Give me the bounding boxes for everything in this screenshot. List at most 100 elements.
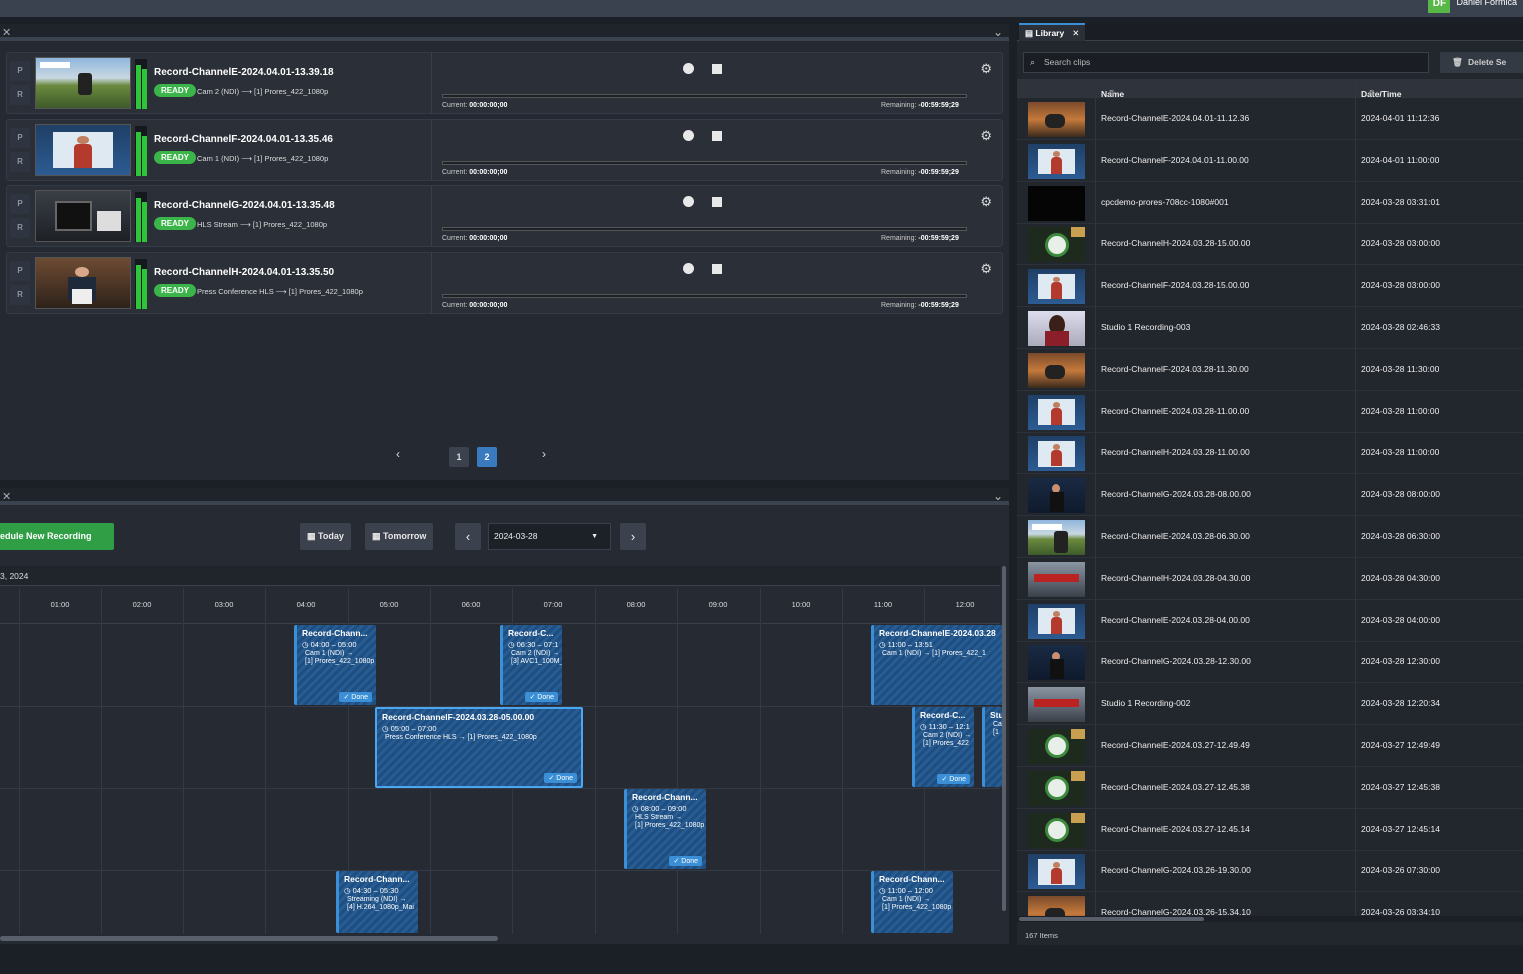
library-row[interactable]: Record-ChannelE-2024.03.28-04.00.00 2024… — [1017, 600, 1523, 642]
clip-name: Record-ChannelG-2024.03.26-19.30.00 — [1101, 865, 1251, 876]
schedule-event[interactable]: Record-Chann... ◷ 08:00 – 09:00 HLS Stre… — [624, 789, 706, 869]
grid-line — [595, 588, 596, 934]
chevron-down-icon[interactable]: ⌄ — [993, 489, 1003, 503]
library-row[interactable]: Record-ChannelG-2024.03.28-12.30.00 2024… — [1017, 641, 1523, 684]
library-row[interactable]: Record-ChannelE-2024.03.28-11.00.00 2024… — [1017, 391, 1523, 433]
library-row[interactable]: Record-ChannelG-2024.03.28-08.00.00 2024… — [1017, 474, 1523, 517]
library-row[interactable]: Record-ChannelE-2024.03.27-12.45.14 2024… — [1017, 809, 1523, 851]
tab-library[interactable]: ▤ Library ✕ — [1019, 23, 1086, 41]
library-row[interactable]: Record-ChannelE-2024.03.27-12.49.49 2024… — [1017, 725, 1523, 767]
hour-label: 01:00 — [50, 600, 70, 609]
record-icon[interactable] — [683, 129, 694, 141]
pager-prev-button[interactable]: ‹ — [396, 447, 400, 461]
library-row[interactable]: Record-ChannelH-2024.03.28-11.00.00 2024… — [1017, 432, 1523, 475]
current-value: 00:00:00;00 — [469, 168, 508, 176]
current-label: Current: — [442, 301, 468, 309]
clip-thumbnail — [1028, 269, 1085, 305]
record-icon[interactable] — [683, 63, 694, 74]
channel-route: Cam 2 (NDI) ⟶ [1] Prores_422_1080p — [197, 87, 328, 96]
schedule-new-recording-button[interactable]: edule New Recording — [0, 523, 114, 550]
schedule-event[interactable]: Record-C... ◷ 06:30 – 07:1 Cam 2 (NDI) →… — [500, 625, 562, 705]
preview-button[interactable]: P — [10, 260, 30, 281]
progress-bar — [442, 293, 967, 298]
done-badge: ✓ Done — [339, 692, 372, 702]
record-button[interactable]: R — [10, 218, 30, 238]
route-source: Cam 2 (NDI) — [197, 87, 240, 96]
gear-icon[interactable]: ⚙ — [980, 261, 992, 277]
record-icon[interactable] — [683, 196, 694, 207]
close-icon[interactable]: ✕ — [2, 490, 11, 503]
user-name[interactable]: Daniel Formica — [1456, 0, 1517, 8]
library-row[interactable]: Record-ChannelF-2024.03.28-15.00.00 2024… — [1017, 265, 1523, 308]
current-label: Current: — [442, 102, 468, 109]
gear-icon[interactable]: ⚙ — [980, 194, 992, 210]
horizontal-scrollbar[interactable] — [0, 936, 498, 941]
schedule-event[interactable]: Record-Chann... ◷ 11:00 – 12:00 Cam 1 (N… — [871, 871, 953, 933]
library-row[interactable]: Record-ChannelF-2024.03.28-11.30.00 2024… — [1017, 349, 1523, 391]
stop-icon[interactable] — [712, 197, 722, 207]
clip-thumbnail — [1028, 687, 1085, 723]
channels-panel: ✕ ⌄ P R Record-ChannelE-2024.04.01-13.39… — [0, 24, 1009, 480]
pager-page-1[interactable]: 1 — [449, 447, 469, 467]
remaining-time: Remaining: -00:59:59;29 — [881, 169, 959, 176]
preview-button[interactable]: P — [10, 61, 30, 81]
library-row[interactable]: Record-ChannelE-2024.04.01-11.12.36 2024… — [1017, 98, 1523, 140]
record-button[interactable]: R — [10, 85, 30, 105]
hour-ruler: 01:00 02:00 03:00 04:00 05:00 06:00 07:00 08:00… — [0, 588, 1000, 624]
current-time: Current: 00:00:00;00 — [442, 169, 507, 176]
event-time-text: 04:30 – 05:30 — [352, 886, 399, 895]
schedule-event[interactable]: Record-ChannelE-2024.03.28 ◷ 11:00 – 13:… — [871, 625, 1003, 705]
gear-icon[interactable]: ⚙ — [980, 61, 992, 77]
library-row[interactable]: Record-ChannelF-2024.04.01-11.00.00 2024… — [1017, 140, 1523, 182]
library-row[interactable]: Record-ChannelH-2024.03.28-04.30.00 2024… — [1017, 558, 1523, 600]
next-day-button[interactable]: › — [620, 523, 646, 550]
calendar-icon: ▦ — [372, 531, 384, 541]
chevron-down-icon[interactable]: ⌄ — [993, 25, 1003, 39]
tomorrow-button[interactable]: ▦ Tomorrow — [365, 523, 434, 550]
search-input[interactable]: ⌕ Search clips — [1023, 52, 1429, 73]
library-row[interactable]: Studio 1 Recording-002 2024-03-28 12:20:… — [1017, 683, 1523, 726]
schedule-event[interactable]: Record-Chann... ◷ 04:30 – 05:30 Streamin… — [336, 871, 418, 933]
library-row[interactable]: Record-ChannelH-2024.03.28-15.00.00 2024… — [1017, 223, 1523, 266]
close-icon[interactable]: ✕ — [1072, 28, 1079, 38]
library-row[interactable]: Record-ChannelE-2024.03.27-12.45.38 2024… — [1017, 767, 1523, 809]
delete-selected-button[interactable]: 🗑 Delete Se — [1440, 52, 1523, 73]
schedule-event[interactable]: Record-Chann... ◷ 04:00 – 05:00 Cam 1 (N… — [294, 625, 376, 705]
stop-icon[interactable] — [712, 263, 722, 274]
event-source: Cam 1 (NDI) → [1] Prores_422_1 — [882, 650, 986, 657]
avatar[interactable]: DF — [1428, 0, 1451, 13]
current-value: 00:00:00;00 — [469, 301, 508, 309]
done-badge: ✓ Done — [669, 856, 702, 866]
library-row[interactable]: Studio 1 Recording-003 2024-03-28 02:46:… — [1017, 307, 1523, 349]
stop-icon[interactable] — [712, 64, 722, 74]
clip-thumbnail — [1028, 729, 1085, 764]
pager-page-2[interactable]: 2 — [477, 447, 497, 467]
schedule-event[interactable]: Record-ChannelF-2024.03.28-05.00.00 ◷ 05… — [375, 707, 583, 788]
clip-thumbnail — [1028, 478, 1085, 514]
schedule-event[interactable]: Stu Ca [1 — [982, 707, 1002, 787]
caret-down-icon: ▼ — [591, 533, 598, 540]
gear-icon[interactable]: ⚙ — [980, 128, 992, 144]
preview-button[interactable]: P — [10, 194, 30, 214]
preview-button[interactable]: P — [10, 127, 30, 148]
prev-day-button[interactable]: ‹ — [455, 523, 481, 550]
stop-icon[interactable] — [712, 130, 722, 141]
user-menu[interactable]: DF Daniel Formica — [1428, 0, 1517, 13]
library-row[interactable]: Record-ChannelG-2024.03.26-19.30.00 2024… — [1017, 850, 1523, 893]
record-button[interactable]: R — [10, 284, 30, 305]
record-icon[interactable] — [683, 262, 694, 274]
library-row[interactable]: Record-ChannelG-2024.03.26-15.34.10 2024… — [1017, 892, 1523, 916]
library-row[interactable]: cpcdemo-prores-708cc-1080#001 2024-03-28… — [1017, 182, 1523, 224]
close-icon[interactable]: ✕ — [2, 26, 11, 39]
record-button[interactable]: R — [10, 151, 30, 172]
date-select[interactable]: 2024-03-28 ▼ — [488, 523, 611, 550]
vertical-scrollbar[interactable] — [1002, 566, 1006, 911]
today-button[interactable]: ▦ Today — [300, 523, 351, 550]
clip-name: Studio 1 Recording-002 — [1101, 698, 1191, 709]
library-horizontal-scrollbar[interactable] — [1017, 916, 1523, 922]
schedule-event[interactable]: Record-C... ◷ 11:30 – 12:1 Cam 2 (NDI) →… — [912, 707, 974, 787]
event-time-text: 04:00 – 05:00 — [310, 640, 357, 649]
library-row[interactable]: Record-ChannelE-2024.03.28-06.30.00 2024… — [1017, 516, 1523, 558]
grid-line — [101, 588, 102, 934]
pager-next-button[interactable]: › — [542, 447, 546, 461]
